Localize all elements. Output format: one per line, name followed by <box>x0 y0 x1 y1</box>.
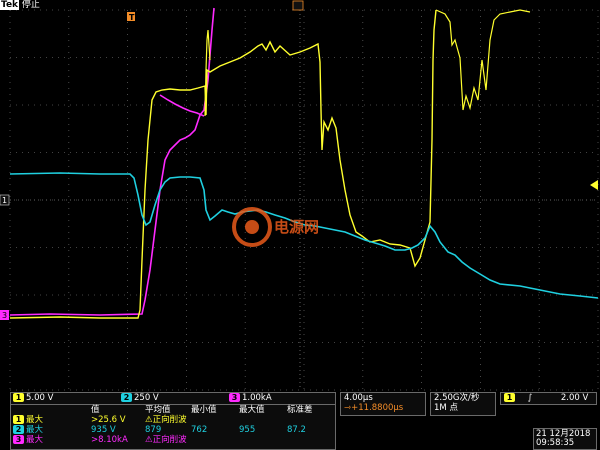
ch2-scale[interactable]: 2 250 V <box>121 393 159 403</box>
trigger-position-marker: T <box>127 12 135 22</box>
timebase-box[interactable]: 4.00μs ⇾+11.8800μs <box>340 392 426 416</box>
rising-edge-icon: ∫ <box>527 393 533 403</box>
ch1-scale[interactable]: 1 5.00 V <box>13 393 53 403</box>
readout-panel: 1 5.00 V 2 250 V 3 1.00kA 4.00μs ⇾+11.8800μ… <box>0 392 600 450</box>
status-header: Tek 停止 <box>0 0 40 10</box>
meas-2-value: 935 V <box>91 425 116 435</box>
warning-icon: ⚠ <box>145 415 153 425</box>
meas-2-mean: 879 <box>145 425 162 435</box>
meas-3-value: >8.10kA <box>91 435 128 445</box>
trigger-box[interactable]: 1 ∫ 2.00 V <box>500 392 597 405</box>
ch1-tail <box>435 9 531 111</box>
sample-rate: 2.50G次/秒 <box>434 393 480 403</box>
brand-label: Tek <box>0 0 20 10</box>
ch3-level-marker: 3 <box>0 310 9 320</box>
run-state-label: 停止 <box>21 0 40 10</box>
trigger-level-marker <box>590 180 598 190</box>
meas-1-value: >25.6 V <box>91 415 126 425</box>
measurement-table: 值 平均值 最小值 最大值 标准差 1 最大 >25.6 V ⚠正向削波 2 最大 … <box>10 404 336 450</box>
ch3-flat <box>159 94 205 117</box>
watermark-logo <box>232 207 272 247</box>
meas-2-max: 955 <box>239 425 256 435</box>
meas-3-note: ⚠正向削波 <box>145 435 187 445</box>
svg-text:3: 3 <box>2 311 7 320</box>
timebase-position: ⇾+11.8800μs <box>344 403 404 413</box>
horizontal-position-marker <box>292 0 304 11</box>
waveform-display[interactable]: 电源网 1 3 T Tek 停止 <box>0 0 600 395</box>
svg-text:T: T <box>129 13 135 22</box>
ch2-level-marker: 1 <box>0 194 10 206</box>
header-min: 最小值 <box>191 405 217 415</box>
ch3-scale[interactable]: 3 1.00kA <box>229 393 272 403</box>
timebase-scale: 4.00μs <box>344 393 373 403</box>
record-length: 1M 点 <box>434 403 458 413</box>
ch3-trace <box>9 7 215 316</box>
watermark-text: 电源网 <box>274 218 319 236</box>
meas-1-note: ⚠正向削波 <box>145 415 187 425</box>
header-value: 值 <box>91 405 100 415</box>
meas-2-std: 87.2 <box>287 425 306 435</box>
meas-2-min: 762 <box>191 425 208 435</box>
waveform-canvas: 电源网 1 3 T <box>0 0 599 391</box>
header-mean: 平均值 <box>145 405 171 415</box>
svg-text:1: 1 <box>2 196 7 205</box>
datetime-box: 21 12月2018 09:58:35 <box>533 428 597 450</box>
warning-icon: ⚠ <box>145 435 153 445</box>
meas-row-2: 2 最大 <box>13 425 43 435</box>
header-std: 标准差 <box>287 405 313 415</box>
header-max: 最大值 <box>239 405 265 415</box>
meas-row-3: 3 最大 <box>13 435 43 445</box>
acquisition-box[interactable]: 2.50G次/秒 1M 点 <box>430 392 496 416</box>
meas-row-1: 1 最大 <box>13 415 43 425</box>
time-label: 09:58:35 <box>536 438 575 448</box>
ch1-trace <box>9 9 437 319</box>
